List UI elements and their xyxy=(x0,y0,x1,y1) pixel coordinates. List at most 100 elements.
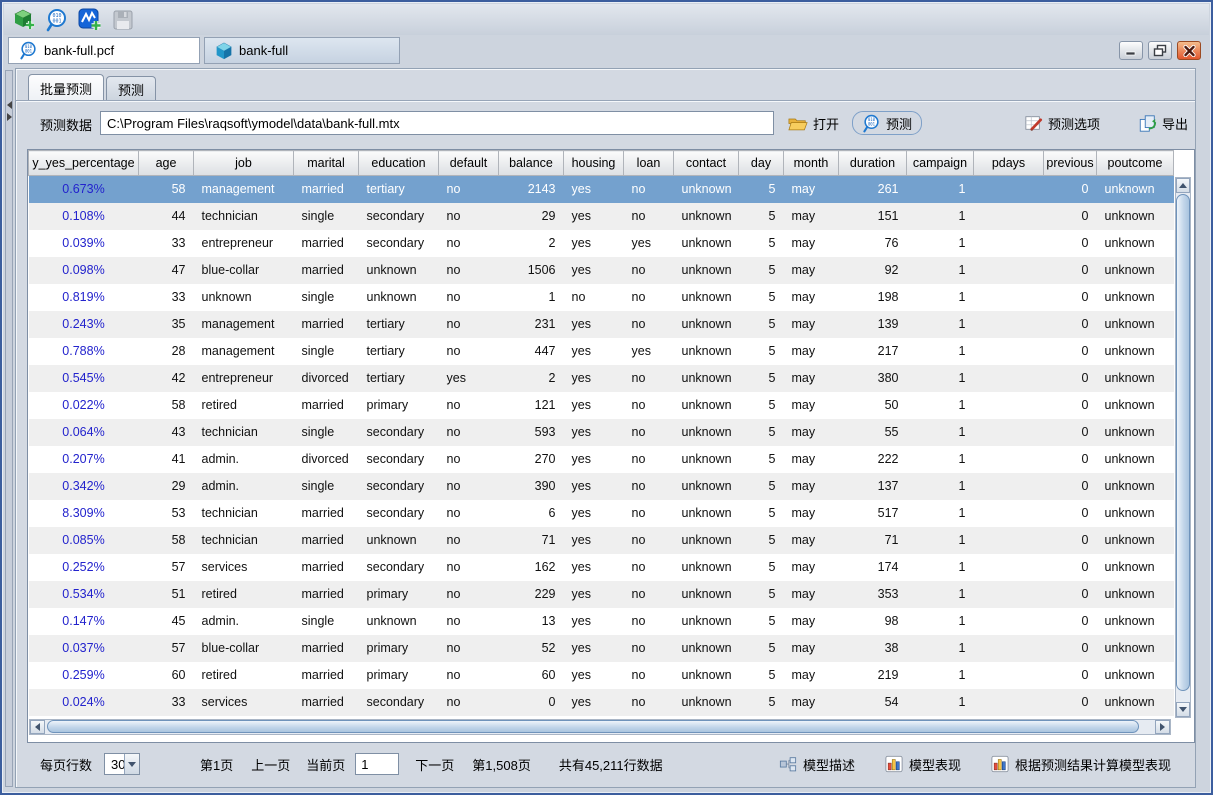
cell[interactable]: unknown xyxy=(359,527,439,554)
cell[interactable]: 33 xyxy=(139,689,194,716)
cell[interactable]: 92 xyxy=(839,257,907,284)
cell[interactable]: may xyxy=(784,311,839,338)
table-row[interactable]: 0.819%33unknownsingleunknownno1nonounkno… xyxy=(29,284,1174,311)
cell[interactable]: 1 xyxy=(907,473,974,500)
cell[interactable]: primary xyxy=(359,392,439,419)
cell[interactable]: 0.342% xyxy=(29,473,139,500)
cell[interactable]: 38 xyxy=(839,635,907,662)
save-icon[interactable] xyxy=(110,7,136,33)
cell[interactable]: 5 xyxy=(739,473,784,500)
cell[interactable]: secondary xyxy=(359,446,439,473)
cell[interactable]: married xyxy=(294,257,359,284)
cell[interactable]: no xyxy=(624,365,674,392)
cell[interactable]: 217 xyxy=(839,338,907,365)
cell[interactable]: yes xyxy=(564,311,624,338)
cell[interactable]: unknown xyxy=(674,230,739,257)
cell[interactable]: unknown xyxy=(194,284,294,311)
cell[interactable]: 0 xyxy=(499,689,564,716)
table-row[interactable]: 0.673%58managementmarriedtertiaryno2143y… xyxy=(29,176,1174,203)
cell[interactable]: 390 xyxy=(499,473,564,500)
cell[interactable]: tertiary xyxy=(359,338,439,365)
cell[interactable]: 58 xyxy=(139,176,194,203)
prev-page-button[interactable]: 上一页 xyxy=(251,755,290,774)
cell[interactable]: no xyxy=(439,176,499,203)
cell[interactable]: 1 xyxy=(907,176,974,203)
cell[interactable]: no xyxy=(624,473,674,500)
cell[interactable]: 1 xyxy=(907,203,974,230)
cell[interactable]: yes xyxy=(439,365,499,392)
cell[interactable]: 55 xyxy=(839,419,907,446)
cell[interactable]: married xyxy=(294,635,359,662)
cell[interactable]: single xyxy=(294,338,359,365)
cell[interactable]: technician xyxy=(194,419,294,446)
column-header[interactable]: day xyxy=(739,151,784,176)
table-row[interactable]: 0.534%51retiredmarriedprimaryno229yesnou… xyxy=(29,581,1174,608)
cell[interactable]: unknown xyxy=(674,284,739,311)
cell[interactable] xyxy=(974,446,1044,473)
cell[interactable] xyxy=(974,662,1044,689)
column-header[interactable]: poutcome xyxy=(1097,151,1174,176)
cell[interactable]: unknown xyxy=(1097,311,1174,338)
cell[interactable]: no xyxy=(439,581,499,608)
cell[interactable]: 0.147% xyxy=(29,608,139,635)
column-header[interactable]: education xyxy=(359,151,439,176)
table-row[interactable]: 0.108%44techniciansinglesecondaryno29yes… xyxy=(29,203,1174,230)
cell[interactable]: blue-collar xyxy=(194,635,294,662)
cell[interactable]: 0 xyxy=(1044,635,1097,662)
new-chart-icon[interactable] xyxy=(77,7,103,33)
cell[interactable]: 261 xyxy=(839,176,907,203)
cell[interactable]: 0.064% xyxy=(29,419,139,446)
cell[interactable]: 51 xyxy=(139,581,194,608)
cell[interactable]: 5 xyxy=(739,635,784,662)
cell[interactable]: no xyxy=(439,230,499,257)
predict-button[interactable]: 010 001 预测 xyxy=(852,111,922,135)
cell[interactable] xyxy=(974,338,1044,365)
cell[interactable]: 1 xyxy=(907,338,974,365)
cell[interactable]: may xyxy=(784,554,839,581)
column-header[interactable]: loan xyxy=(624,151,674,176)
column-header[interactable]: default xyxy=(439,151,499,176)
cell[interactable]: yes xyxy=(624,230,674,257)
cell[interactable]: 71 xyxy=(839,527,907,554)
cell[interactable]: no xyxy=(624,500,674,527)
cell[interactable]: no xyxy=(624,446,674,473)
cell[interactable]: single xyxy=(294,284,359,311)
cell[interactable]: unknown xyxy=(674,473,739,500)
cell[interactable]: 0.534% xyxy=(29,581,139,608)
cell[interactable]: unknown xyxy=(674,419,739,446)
column-header[interactable]: pdays xyxy=(974,151,1044,176)
cell[interactable]: no xyxy=(624,257,674,284)
cell[interactable]: 57 xyxy=(139,554,194,581)
cell[interactable]: 47 xyxy=(139,257,194,284)
cell[interactable]: may xyxy=(784,527,839,554)
table-row[interactable]: 0.064%43techniciansinglesecondaryno593ye… xyxy=(29,419,1174,446)
cell[interactable]: divorced xyxy=(294,446,359,473)
cell[interactable]: no xyxy=(439,311,499,338)
cell[interactable]: no xyxy=(624,392,674,419)
cell[interactable]: married xyxy=(294,230,359,257)
cell[interactable]: blue-collar xyxy=(194,257,294,284)
cell[interactable]: yes xyxy=(564,338,624,365)
cell[interactable]: 231 xyxy=(499,311,564,338)
cell[interactable]: no xyxy=(439,608,499,635)
cell[interactable]: 0.259% xyxy=(29,662,139,689)
cell[interactable]: secondary xyxy=(359,500,439,527)
tab-batch-predict[interactable]: 批量预测 xyxy=(28,74,104,101)
cell[interactable]: unknown xyxy=(674,527,739,554)
cell[interactable]: yes xyxy=(564,419,624,446)
cell[interactable]: technician xyxy=(194,203,294,230)
cell[interactable]: may xyxy=(784,689,839,716)
cell[interactable]: may xyxy=(784,662,839,689)
cell[interactable]: 1 xyxy=(907,608,974,635)
rows-per-page-select[interactable]: 30 xyxy=(104,753,140,775)
scroll-right-button[interactable] xyxy=(1155,720,1170,734)
tab-bank-full[interactable]: bank-full xyxy=(204,37,400,64)
cell[interactable] xyxy=(974,689,1044,716)
cell[interactable]: unknown xyxy=(1097,338,1174,365)
column-header[interactable]: duration xyxy=(839,151,907,176)
cell[interactable]: may xyxy=(784,203,839,230)
cell[interactable]: management xyxy=(194,338,294,365)
cell[interactable]: 5 xyxy=(739,176,784,203)
cell[interactable]: may xyxy=(784,581,839,608)
cell[interactable]: 0 xyxy=(1044,662,1097,689)
